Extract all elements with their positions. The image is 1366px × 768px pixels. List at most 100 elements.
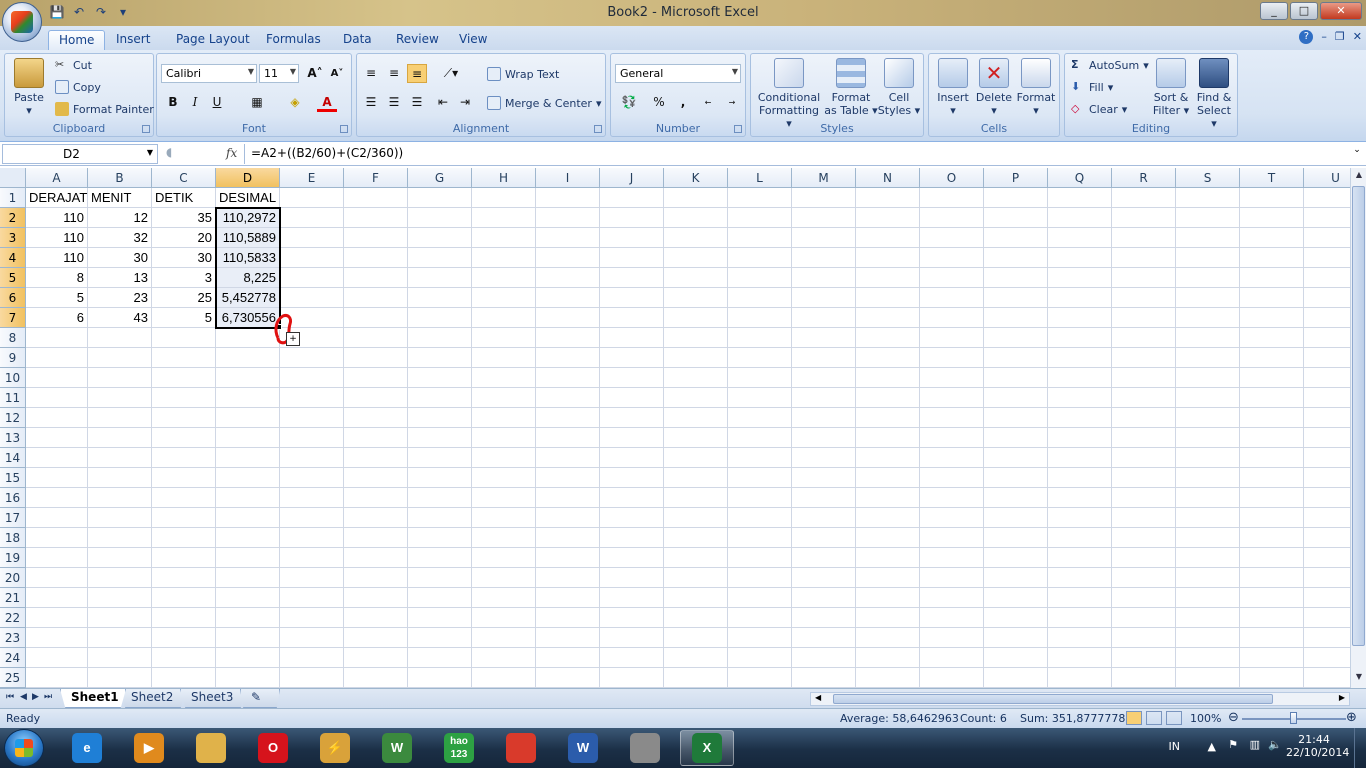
cell-b17[interactable] (88, 508, 152, 528)
cell-f10[interactable] (344, 368, 408, 388)
cell-r9[interactable] (1112, 348, 1176, 368)
cell-q17[interactable] (1048, 508, 1112, 528)
taskbar-file-explorer[interactable] (184, 730, 238, 766)
cell-l4[interactable] (728, 248, 792, 268)
cell-i3[interactable] (536, 228, 600, 248)
cell-s18[interactable] (1176, 528, 1240, 548)
cut-button[interactable]: ✂ Cut (55, 58, 92, 72)
cell-e12[interactable] (280, 408, 344, 428)
cell-r12[interactable] (1112, 408, 1176, 428)
cell-i13[interactable] (536, 428, 600, 448)
cell-o10[interactable] (920, 368, 984, 388)
cell-r10[interactable] (1112, 368, 1176, 388)
cell-l8[interactable] (728, 328, 792, 348)
taskbar-internet-explorer[interactable]: e (60, 730, 114, 766)
cell-i11[interactable] (536, 388, 600, 408)
cell-l6[interactable] (728, 288, 792, 308)
cell-n25[interactable] (856, 668, 920, 688)
cell-i16[interactable] (536, 488, 600, 508)
cell-d2[interactable]: 110,2972 (216, 208, 280, 228)
cell-u19[interactable] (1304, 548, 1350, 568)
cell-s5[interactable] (1176, 268, 1240, 288)
dialog-launcher-icon[interactable] (594, 125, 602, 133)
next-sheet-icon[interactable]: ▶ (32, 692, 39, 702)
cell-f1[interactable] (344, 188, 408, 208)
cell-s3[interactable] (1176, 228, 1240, 248)
cell-p8[interactable] (984, 328, 1048, 348)
cell-r18[interactable] (1112, 528, 1176, 548)
tab-home[interactable]: Home (48, 30, 106, 50)
cell-j14[interactable] (600, 448, 664, 468)
close-button[interactable]: ✕ (1320, 2, 1362, 20)
cell-o5[interactable] (920, 268, 984, 288)
cell-f5[interactable] (344, 268, 408, 288)
cell-m9[interactable] (792, 348, 856, 368)
column-header-i[interactable]: I (536, 168, 600, 188)
cell-d17[interactable] (216, 508, 280, 528)
cell-k25[interactable] (664, 668, 728, 688)
cell-s16[interactable] (1176, 488, 1240, 508)
cell-styles-button[interactable]: Cell Styles ▾ (877, 58, 921, 117)
cell-i4[interactable] (536, 248, 600, 268)
cell-u24[interactable] (1304, 648, 1350, 668)
cell-u18[interactable] (1304, 528, 1350, 548)
cell-u22[interactable] (1304, 608, 1350, 628)
cell-h6[interactable] (472, 288, 536, 308)
network-icon[interactable]: ▥ (1250, 738, 1260, 751)
cell-f19[interactable] (344, 548, 408, 568)
cell-g7[interactable] (408, 308, 472, 328)
cell-g17[interactable] (408, 508, 472, 528)
cell-i21[interactable] (536, 588, 600, 608)
cell-a1[interactable]: DERAJAT (26, 188, 88, 208)
horizontal-scroll-thumb[interactable] (833, 694, 1273, 704)
cell-p25[interactable] (984, 668, 1048, 688)
cell-g1[interactable] (408, 188, 472, 208)
fill-button[interactable]: ⬇ Fill ▾ (1071, 80, 1113, 94)
cell-r15[interactable] (1112, 468, 1176, 488)
cell-k8[interactable] (664, 328, 728, 348)
cell-a3[interactable]: 110 (26, 228, 88, 248)
cell-e23[interactable] (280, 628, 344, 648)
row-header-18[interactable]: 18 (0, 528, 26, 548)
cell-n9[interactable] (856, 348, 920, 368)
scroll-down-icon[interactable]: ▼ (1353, 672, 1365, 686)
cell-b24[interactable] (88, 648, 152, 668)
cell-f16[interactable] (344, 488, 408, 508)
taskbar-chrome[interactable] (494, 730, 548, 766)
cell-o15[interactable] (920, 468, 984, 488)
cell-f14[interactable] (344, 448, 408, 468)
tab-formulas[interactable]: Formulas (256, 30, 331, 50)
cell-k4[interactable] (664, 248, 728, 268)
cell-e21[interactable] (280, 588, 344, 608)
taskbar-word[interactable]: W (556, 730, 610, 766)
column-header-p[interactable]: P (984, 168, 1048, 188)
cell-t6[interactable] (1240, 288, 1304, 308)
cell-a16[interactable] (26, 488, 88, 508)
decrease-indent-icon[interactable]: ⇤ (433, 93, 453, 112)
cell-a23[interactable] (26, 628, 88, 648)
cell-f17[interactable] (344, 508, 408, 528)
conditional-formatting-button[interactable]: Conditional Formatting ▾ (755, 58, 823, 130)
cell-f3[interactable] (344, 228, 408, 248)
row-header-2[interactable]: 2 (0, 208, 26, 228)
cell-p10[interactable] (984, 368, 1048, 388)
help-icon[interactable]: ? (1299, 30, 1314, 44)
cell-a2[interactable]: 110 (26, 208, 88, 228)
column-header-b[interactable]: B (88, 168, 152, 188)
office-button[interactable] (2, 2, 42, 42)
cell-t10[interactable] (1240, 368, 1304, 388)
cell-m6[interactable] (792, 288, 856, 308)
cell-t9[interactable] (1240, 348, 1304, 368)
select-all-button[interactable] (0, 168, 26, 188)
cell-h23[interactable] (472, 628, 536, 648)
cell-s4[interactable] (1176, 248, 1240, 268)
cell-r19[interactable] (1112, 548, 1176, 568)
row-header-3[interactable]: 3 (0, 228, 26, 248)
cell-n8[interactable] (856, 328, 920, 348)
horizontal-scrollbar[interactable]: ◀ ▶ (810, 692, 1350, 706)
cell-j2[interactable] (600, 208, 664, 228)
cell-k22[interactable] (664, 608, 728, 628)
cell-p13[interactable] (984, 428, 1048, 448)
cell-i10[interactable] (536, 368, 600, 388)
cell-e1[interactable] (280, 188, 344, 208)
